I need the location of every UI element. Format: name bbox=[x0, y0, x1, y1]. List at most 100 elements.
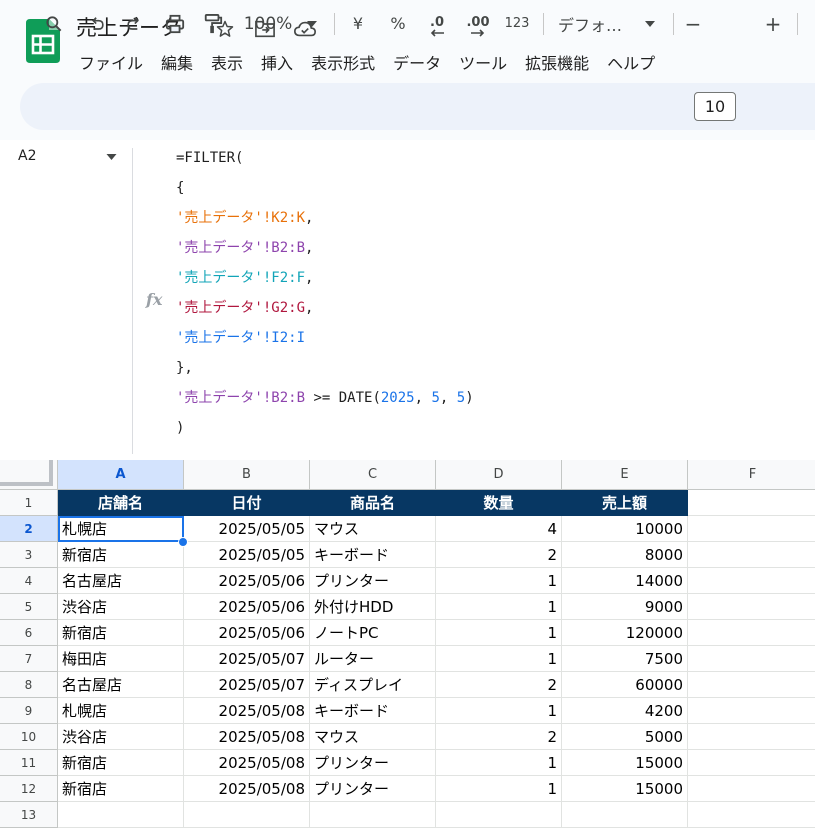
freeze-handle[interactable] bbox=[0, 460, 53, 486]
percent-format-button[interactable]: % bbox=[386, 0, 410, 47]
table-cell[interactable]: 2025/05/06 bbox=[184, 620, 310, 646]
table-cell[interactable]: 2025/05/08 bbox=[184, 698, 310, 724]
zoom-dropdown[interactable] bbox=[302, 0, 322, 47]
cell[interactable] bbox=[688, 750, 815, 776]
table-cell[interactable]: 2 bbox=[436, 672, 562, 698]
row-header-2[interactable]: 2 bbox=[0, 516, 58, 542]
menu-tools[interactable]: ツール bbox=[450, 48, 516, 76]
row-header-6[interactable]: 6 bbox=[0, 620, 58, 646]
menu-edit[interactable]: 編集 bbox=[152, 48, 202, 76]
cell[interactable] bbox=[688, 672, 815, 698]
table-cell[interactable]: マウス bbox=[310, 516, 436, 542]
table-cell[interactable]: 新宿店 bbox=[58, 620, 184, 646]
fill-handle[interactable] bbox=[178, 537, 188, 547]
table-cell[interactable]: 外付けHDD bbox=[310, 594, 436, 620]
caret-down-icon[interactable] bbox=[106, 154, 117, 160]
table-cell[interactable]: 新宿店 bbox=[58, 776, 184, 802]
table-header-cell[interactable]: 数量 bbox=[436, 490, 562, 516]
table-cell[interactable]: 2025/05/08 bbox=[184, 750, 310, 776]
table-header-cell[interactable]: 売上額 bbox=[562, 490, 688, 516]
table-cell[interactable]: キーボード bbox=[310, 542, 436, 568]
table-cell[interactable]: 4 bbox=[436, 516, 562, 542]
row-header-9[interactable]: 9 bbox=[0, 698, 58, 724]
table-cell[interactable]: 渋谷店 bbox=[58, 594, 184, 620]
table-cell[interactable]: 札幌店 bbox=[58, 698, 184, 724]
column-header-b[interactable]: B bbox=[184, 460, 310, 490]
table-cell[interactable]: 60000 bbox=[562, 672, 688, 698]
row-header-3[interactable]: 3 bbox=[0, 542, 58, 568]
table-cell[interactable]: 2025/05/06 bbox=[184, 594, 310, 620]
table-cell[interactable]: 2025/05/05 bbox=[184, 542, 310, 568]
table-cell[interactable]: 2025/05/08 bbox=[184, 776, 310, 802]
undo-button[interactable] bbox=[84, 0, 110, 47]
table-cell[interactable]: ルーター bbox=[310, 646, 436, 672]
cell[interactable] bbox=[184, 802, 310, 828]
select-all-corner[interactable] bbox=[0, 460, 58, 490]
currency-format-button[interactable]: ¥ bbox=[346, 0, 370, 47]
row-header-11[interactable]: 11 bbox=[0, 750, 58, 776]
table-header-cell[interactable]: 商品名 bbox=[310, 490, 436, 516]
zoom-value[interactable]: 100% bbox=[240, 0, 296, 47]
increase-font-size-button[interactable]: + bbox=[761, 0, 785, 47]
font-family-select[interactable]: デフォ… bbox=[558, 0, 634, 47]
table-cell[interactable]: 1 bbox=[436, 750, 562, 776]
row-header-13[interactable]: 13 bbox=[0, 802, 58, 828]
cell[interactable] bbox=[310, 802, 436, 828]
menu-insert[interactable]: 挿入 bbox=[252, 48, 302, 76]
row-header-7[interactable]: 7 bbox=[0, 646, 58, 672]
cell[interactable] bbox=[688, 516, 815, 542]
name-box[interactable]: A2 bbox=[18, 148, 36, 164]
row-header-8[interactable]: 8 bbox=[0, 672, 58, 698]
table-cell[interactable]: 9000 bbox=[562, 594, 688, 620]
table-cell[interactable]: プリンター bbox=[310, 776, 436, 802]
menu-format[interactable]: 表示形式 bbox=[302, 48, 384, 76]
cell[interactable] bbox=[562, 802, 688, 828]
cell[interactable] bbox=[688, 490, 815, 516]
print-button[interactable] bbox=[162, 0, 188, 47]
table-cell[interactable]: 15000 bbox=[562, 750, 688, 776]
table-cell[interactable]: 4200 bbox=[562, 698, 688, 724]
table-cell[interactable]: 2 bbox=[436, 724, 562, 750]
table-cell[interactable]: 120000 bbox=[562, 620, 688, 646]
table-cell[interactable]: キーボード bbox=[310, 698, 436, 724]
table-cell[interactable]: 新宿店 bbox=[58, 542, 184, 568]
table-cell[interactable]: 渋谷店 bbox=[58, 724, 184, 750]
table-cell[interactable]: 5000 bbox=[562, 724, 688, 750]
table-cell[interactable]: 1 bbox=[436, 594, 562, 620]
row-header-1[interactable]: 1 bbox=[0, 490, 58, 516]
table-cell[interactable]: 2025/05/08 bbox=[184, 724, 310, 750]
cell[interactable] bbox=[688, 620, 815, 646]
table-cell[interactable]: 15000 bbox=[562, 776, 688, 802]
table-cell[interactable]: 2025/05/07 bbox=[184, 672, 310, 698]
row-header-12[interactable]: 12 bbox=[0, 776, 58, 802]
cell[interactable] bbox=[688, 698, 815, 724]
font-size-input[interactable]: 10 bbox=[694, 92, 736, 121]
menu-file[interactable]: ファイル bbox=[70, 48, 152, 76]
menu-view[interactable]: 表示 bbox=[202, 48, 252, 76]
table-cell[interactable]: 1 bbox=[436, 698, 562, 724]
table-cell[interactable]: 7500 bbox=[562, 646, 688, 672]
table-cell[interactable]: 2025/05/07 bbox=[184, 646, 310, 672]
table-cell[interactable]: 8000 bbox=[562, 542, 688, 568]
table-cell[interactable]: ノートPC bbox=[310, 620, 436, 646]
table-cell[interactable]: 梅田店 bbox=[58, 646, 184, 672]
menu-help[interactable]: ヘルプ bbox=[598, 48, 664, 76]
more-formats-button[interactable]: 123 bbox=[502, 0, 532, 47]
row-header-10[interactable]: 10 bbox=[0, 724, 58, 750]
row-header-5[interactable]: 5 bbox=[0, 594, 58, 620]
column-header-d[interactable]: D bbox=[436, 460, 562, 490]
table-cell[interactable]: 1 bbox=[436, 620, 562, 646]
cell[interactable] bbox=[688, 594, 815, 620]
table-cell[interactable]: プリンター bbox=[310, 568, 436, 594]
menu-extensions[interactable]: 拡張機能 bbox=[516, 48, 598, 76]
table-cell[interactable]: 1 bbox=[436, 646, 562, 672]
table-cell[interactable]: 1 bbox=[436, 776, 562, 802]
cell[interactable] bbox=[688, 776, 815, 802]
table-cell[interactable]: マウス bbox=[310, 724, 436, 750]
row-header-4[interactable]: 4 bbox=[0, 568, 58, 594]
column-header-e[interactable]: E bbox=[562, 460, 688, 490]
formula-input[interactable]: =FILTER({'売上データ'!K2:K, '売上データ'!B2:B, '売上デー… bbox=[176, 148, 474, 448]
paint-format-button[interactable] bbox=[200, 0, 226, 47]
cell[interactable] bbox=[688, 568, 815, 594]
table-cell[interactable]: 名古屋店 bbox=[58, 568, 184, 594]
